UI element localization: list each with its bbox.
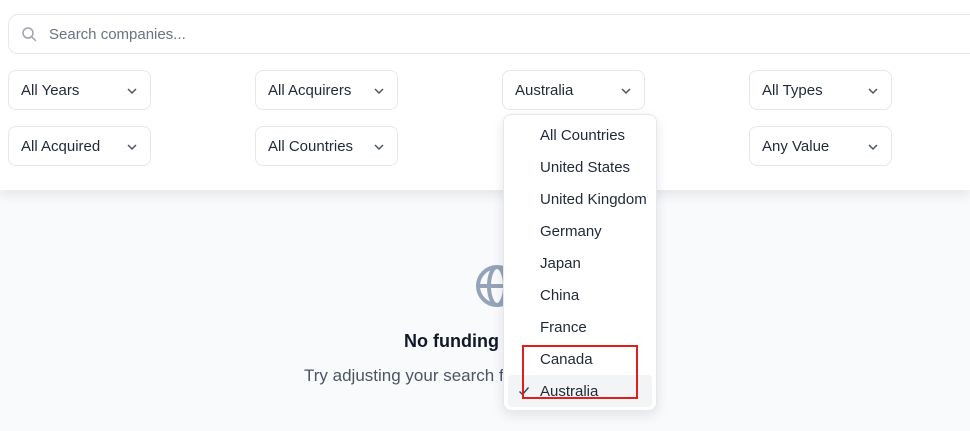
dropdown-option-label: France: [540, 319, 587, 336]
country-dropdown-menu: All Countries United States United Kingd…: [503, 114, 657, 411]
dropdown-option-label: United States: [540, 159, 631, 176]
dropdown-option-united-kingdom[interactable]: United Kingdom: [508, 183, 652, 215]
chevron-down-icon: [127, 144, 137, 151]
empty-state-title: No funding d: [404, 331, 515, 351]
years-select[interactable]: All Years: [8, 70, 151, 110]
check-icon: [519, 387, 530, 396]
dropdown-option-china[interactable]: China: [508, 279, 652, 311]
chevron-down-icon: [127, 88, 137, 95]
dropdown-option-australia[interactable]: Australia: [508, 375, 652, 407]
chevron-down-icon: [868, 144, 878, 151]
dropdown-option-label: China: [540, 287, 580, 304]
years-select-value: All Years: [21, 82, 80, 99]
value-select[interactable]: Any Value: [749, 126, 892, 166]
dropdown-option-label: Australia: [540, 383, 599, 400]
dropdown-option-japan[interactable]: Japan: [508, 247, 652, 279]
acquired-select[interactable]: All Acquired: [8, 126, 151, 166]
dropdown-option-germany[interactable]: Germany: [508, 215, 652, 247]
filter-panel: All Years All Acquirers Australia All Ty…: [0, 0, 970, 190]
search-input[interactable]: [49, 15, 929, 53]
chevron-down-icon: [374, 88, 384, 95]
acquired-select-value: All Acquired: [21, 138, 101, 155]
search-icon: [22, 27, 37, 42]
dropdown-option-all-countries[interactable]: All Countries: [508, 119, 652, 151]
dropdown-option-label: All Countries: [540, 127, 626, 144]
dropdown-option-label: Japan: [540, 255, 581, 272]
search-box[interactable]: [8, 14, 970, 54]
dropdown-option-canada[interactable]: Canada: [508, 343, 652, 375]
value-select-value: Any Value: [762, 138, 830, 155]
countries-select-value: All Countries: [268, 138, 354, 155]
chevron-down-icon: [374, 144, 384, 151]
acquirers-select[interactable]: All Acquirers: [255, 70, 398, 110]
dropdown-option-label: Germany: [540, 223, 602, 240]
types-select[interactable]: All Types: [749, 70, 892, 110]
dropdown-option-united-states[interactable]: United States: [508, 151, 652, 183]
types-select-value: All Types: [762, 82, 823, 99]
dropdown-option-label: Canada: [540, 351, 593, 368]
countries-select[interactable]: All Countries: [255, 126, 398, 166]
country-select-value: Australia: [515, 82, 574, 99]
chevron-down-icon: [868, 88, 878, 95]
dropdown-option-label: United Kingdom: [540, 191, 647, 208]
dropdown-option-france[interactable]: France: [508, 311, 652, 343]
acquirers-select-value: All Acquirers: [268, 82, 352, 99]
chevron-down-icon: [621, 88, 631, 95]
country-select[interactable]: Australia: [502, 70, 645, 110]
